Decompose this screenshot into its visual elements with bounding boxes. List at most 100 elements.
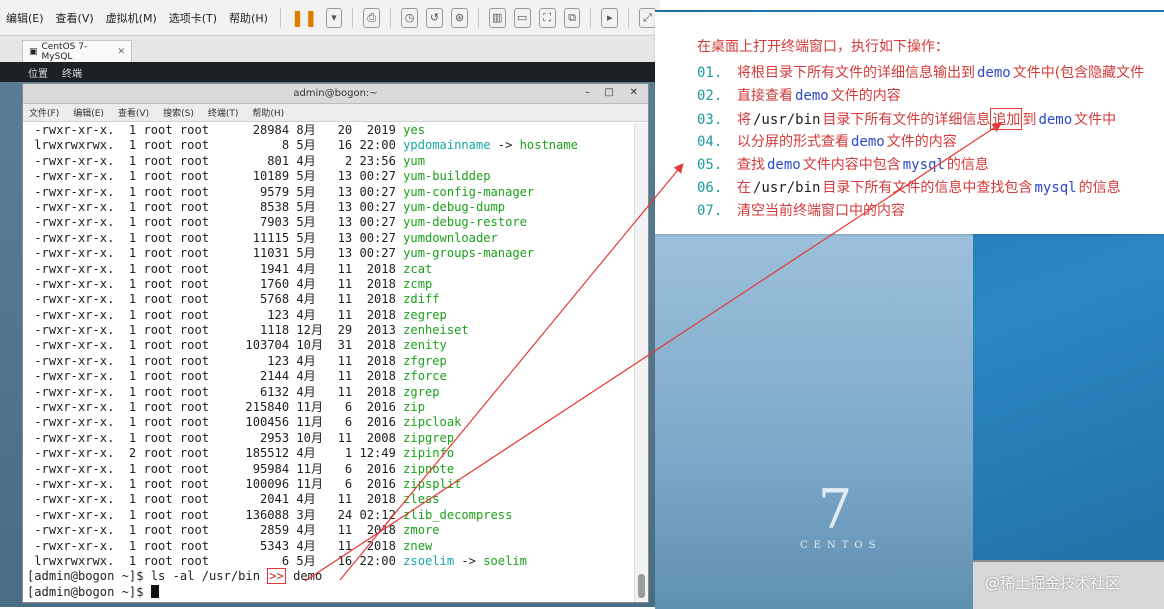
snapshot-icon[interactable]: ◷ <box>401 7 419 28</box>
terminal-listing-line: -rwxr-xr-x. 1 root root 136088 3月 24 02:… <box>27 508 635 523</box>
file-name: zegrep <box>403 307 447 322</box>
close-icon[interactable]: ✕ <box>630 87 638 98</box>
text-cursor <box>150 584 159 598</box>
scrollbar-thumb[interactable] <box>638 574 645 598</box>
item-number: 07. <box>697 203 723 219</box>
terminal-listing-line: -rwxr-xr-x. 1 root root 123 4月 11 2018 z… <box>27 308 635 323</box>
file-name: zipcloak <box>403 415 462 430</box>
file-metadata: -rwxr-xr-x. 1 root root 123 4月 11 2018 <box>27 307 404 322</box>
terminal-menu-view[interactable]: 查看(V) <box>118 106 149 119</box>
item-number: 03. <box>697 112 723 128</box>
gnome-menu-terminal[interactable]: 终端 <box>62 65 82 80</box>
terminal-listing-line: -rwxr-xr-x. 1 root root 28984 8月 20 2019… <box>27 123 635 138</box>
maximize-icon[interactable]: □ <box>605 87 614 98</box>
minimize-icon[interactable]: – <box>585 87 590 98</box>
terminal-menu-help[interactable]: 帮助(H) <box>252 106 284 119</box>
terminal-listing-line: -rwxr-xr-x. 1 root root 2953 10月 11 2008… <box>27 431 635 446</box>
symlink-target: soelim <box>483 553 527 568</box>
menu-view[interactable]: 查看(V) <box>50 10 100 26</box>
terminal-listing-line: -rwxr-xr-x. 1 root root 7903 5月 13 00:27… <box>27 215 635 230</box>
item-text: 到 <box>1022 112 1037 128</box>
item-number: 05. <box>697 157 723 173</box>
file-metadata: -rwxr-xr-x. 1 root root 5343 4月 11 2018 <box>27 538 404 553</box>
send-keys-icon[interactable]: ⎙ <box>363 7 381 28</box>
terminal-listing-line: -rwxr-xr-x. 1 root root 2041 4月 11 2018 … <box>27 492 635 507</box>
vm-icon: ▣ <box>29 46 38 57</box>
symlink-arrow: -> <box>454 553 484 568</box>
unity-icon[interactable]: ⧉ <box>563 7 581 28</box>
terminal-menu-search[interactable]: 搜索(S) <box>163 106 194 119</box>
file-name: zsoelim <box>403 553 455 568</box>
terminal-scrollbar[interactable] <box>634 123 648 602</box>
item-number: 01. <box>697 65 723 81</box>
console-icon[interactable]: ▸ <box>601 7 619 28</box>
file-metadata: -rwxr-xr-x. 1 root root 2041 4月 11 2018 <box>27 492 404 507</box>
symlink-arrow: -> <box>490 138 520 153</box>
instruction-item: 06. 在 /usr/bin 目录下所有文件的信息中查找包含 mysql 的信息 <box>697 177 1164 200</box>
stretch-icon[interactable]: ⤢ <box>639 7 656 28</box>
file-metadata: -rwxr-xr-x. 1 root root 11115 5月 13 00:2… <box>27 230 404 245</box>
file-name: znew <box>403 538 433 553</box>
menu-edit[interactable]: 编辑(E) <box>0 10 50 26</box>
thumbnail-icon[interactable]: ▭ <box>513 7 531 28</box>
file-metadata: -rwxr-xr-x. 1 root root 123 4月 11 2018 <box>27 353 404 368</box>
pause-icon[interactable]: ❚❚ <box>291 8 318 27</box>
file-name: zdiff <box>403 292 440 307</box>
terminal-menu-terminal[interactable]: 终端(T) <box>208 106 239 119</box>
logo-number: 7 <box>817 478 853 541</box>
item-text: 目录下所有文件的详细信息 <box>822 112 991 128</box>
terminal-command-line: [admin@bogon ~]$ ls -al /usr/bin >> demo <box>27 568 635 585</box>
shell-prompt: [admin@bogon ~]$ <box>27 584 144 599</box>
tab-centos-vm[interactable]: ▣ CentOS 7-MySQL ✕ <box>22 40 132 62</box>
file-name: zipgrep <box>403 430 455 445</box>
toolbar-divider <box>477 7 479 28</box>
gnome-menu-places[interactable]: 位置 <box>28 65 48 80</box>
item-text: 文件内容中包含 <box>802 157 901 173</box>
menu-vm[interactable]: 虚拟机(M) <box>100 10 163 26</box>
file-name: zenity <box>403 338 447 353</box>
terminal-listing-line: -rwxr-xr-x. 1 root root 123 4月 11 2018 z… <box>27 354 635 369</box>
terminal-menu-file[interactable]: 文件(F) <box>29 106 59 119</box>
file-metadata: -rwxr-xr-x. 1 root root 1118 12月 29 2013 <box>27 323 404 338</box>
dropdown-arrow-icon[interactable]: ▾ <box>325 7 343 28</box>
terminal-prompt-line[interactable]: [admin@bogon ~]$ <box>27 584 635 600</box>
terminal-listing-line: -rwxr-xr-x. 1 root root 103704 10月 31 20… <box>27 338 635 353</box>
terminal-output[interactable]: -rwxr-xr-x. 1 root root 28984 8月 20 2019… <box>23 123 635 602</box>
item-text: 直接查看 <box>737 88 793 104</box>
file-metadata: -rwxr-xr-x. 1 root root 7903 5月 13 00:27 <box>27 215 404 230</box>
command-argument: demo <box>293 569 323 584</box>
terminal-listing-line: -rwxr-xr-x. 1 root root 2144 4月 11 2018 … <box>27 369 635 384</box>
item-text: 文件的内容 <box>886 134 957 150</box>
item-text: 查找 <box>737 157 765 173</box>
instruction-item: 07. 清空当前终端窗口中的内容 <box>697 200 1164 223</box>
shell-prompt: [admin@bogon ~]$ <box>27 569 144 584</box>
terminal-listing-line: -rwxr-xr-x. 1 root root 5343 4月 11 2018 … <box>27 539 635 554</box>
file-metadata: lrwxrwxrwx. 1 root root 8 5月 16 22:00 <box>27 138 404 153</box>
menu-tabs[interactable]: 选项卡(T) <box>163 10 223 26</box>
file-metadata: -rwxr-xr-x. 1 root root 136088 3月 24 02:… <box>27 507 404 522</box>
terminal-listing-line: -rwxr-xr-x. 1 root root 1760 4月 11 2018 … <box>27 277 635 292</box>
terminal-titlebar[interactable]: admin@bogon:~ – □ ✕ <box>23 84 648 104</box>
close-icon[interactable]: ✕ <box>117 47 125 57</box>
instruction-item: 02. 直接查看 demo 文件的内容 <box>697 85 1164 108</box>
library-icon[interactable]: ▥ <box>488 7 506 28</box>
tab-label: CentOS 7-MySQL <box>41 41 88 62</box>
file-metadata: -rwxr-xr-x. 1 root root 1760 4月 11 2018 <box>27 276 404 291</box>
terminal-window[interactable]: admin@bogon:~ – □ ✕ 文件(F) 编辑(E) 查看(V) 搜索… <box>22 83 649 603</box>
toolbar-divider <box>628 7 630 28</box>
instruction-heading: 在桌面上打开终端窗口，执行如下操作： <box>697 39 949 55</box>
snapshot-manager-icon[interactable]: ⊛ <box>450 7 468 28</box>
menu-help[interactable]: 帮助(H) <box>223 10 274 26</box>
file-metadata: -rwxr-xr-x. 1 root root 801 4月 2 23:56 <box>27 153 404 168</box>
revert-snapshot-icon[interactable]: ↺ <box>426 7 443 28</box>
instruction-item: 01. 将根目录下所有文件的详细信息输出到 demo 文件中(包含隐藏文件 <box>697 62 1164 85</box>
fullscreen-icon[interactable]: ⛶ <box>538 7 556 28</box>
terminal-listing-line: -rwxr-xr-x. 1 root root 2859 4月 11 2018 … <box>27 523 635 538</box>
terminal-menu-edit[interactable]: 编辑(E) <box>73 106 104 119</box>
append-highlight-box: 追加 <box>990 108 1023 130</box>
instruction-item: 04. 以分屏的形式查看 demo 文件的内容 <box>697 131 1164 154</box>
file-name: zenheiset <box>403 323 469 338</box>
terminal-listing-line: -rwxr-xr-x. 1 root root 100096 11月 6 201… <box>27 477 635 492</box>
item-text: 清空当前终端窗口中的内容 <box>737 203 905 219</box>
item-text: 的信息 <box>946 157 989 173</box>
